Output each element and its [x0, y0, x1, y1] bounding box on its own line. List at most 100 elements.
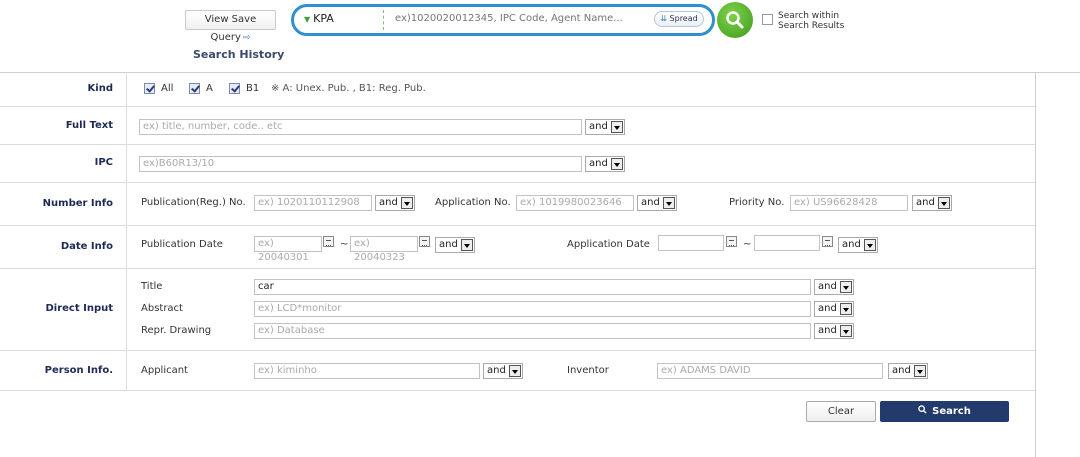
person-info-label-text: Person Info.	[44, 365, 113, 376]
operator-value: and	[916, 197, 935, 208]
triangle-down-icon: ▼	[304, 15, 311, 24]
publication-no-operator-select[interactable]: and	[375, 195, 415, 211]
operator-value: and	[641, 197, 660, 208]
abstract-label: Abstract	[141, 303, 183, 314]
kind-label: Kind	[0, 72, 127, 106]
top-search-bar: View Save Query⇨ ▼KPA ⇊ Spread Search wi…	[0, 0, 1080, 72]
inventor-input[interactable]: ex) ADAMS DAVID	[657, 363, 883, 379]
person-info-row: Person Info. Applicant ex) kiminho and I…	[0, 351, 1035, 391]
publication-date-operator-select[interactable]: and	[435, 237, 475, 253]
publication-date-to-input[interactable]: ex) 20040323	[350, 236, 418, 263]
title-label: Title	[141, 281, 163, 292]
full-text-label: Full Text	[0, 107, 127, 144]
inventor-operator-select[interactable]: and	[888, 363, 928, 379]
direct-input-row: Direct Input Title car and Abstract ex) …	[0, 269, 1035, 351]
direct-input-label: Direct Input	[0, 269, 127, 350]
operator-value: and	[589, 121, 608, 132]
application-no-operator-select[interactable]: and	[637, 195, 677, 211]
full-text-operator-select[interactable]: and	[585, 119, 625, 135]
dropdown-arrow-icon	[864, 239, 876, 251]
calendar-icon[interactable]	[419, 236, 430, 247]
search-go-button[interactable]	[717, 2, 753, 38]
applicant-input[interactable]: ex) kiminho	[254, 363, 480, 379]
priority-no-operator-select[interactable]: and	[912, 195, 952, 211]
search-button-label: Search	[932, 406, 971, 417]
ipc-operator-select[interactable]: and	[585, 156, 625, 172]
dropdown-arrow-icon	[401, 197, 413, 209]
dropdown-arrow-icon	[461, 239, 473, 251]
date-info-label-text: Date Info	[60, 241, 113, 252]
kind-all-label: All	[161, 83, 174, 94]
operator-value: and	[589, 158, 608, 169]
dropdown-arrow-icon	[840, 325, 852, 337]
kind-a-checkbox[interactable]	[189, 83, 200, 94]
repr-drawing-operator-select[interactable]: and	[814, 323, 854, 339]
operator-value: and	[842, 239, 861, 250]
dropdown-arrow-icon	[509, 365, 521, 377]
search-icon	[918, 401, 927, 422]
full-text-input[interactable]: ex) title, number, code.. etc	[139, 119, 582, 135]
divider	[1035, 72, 1036, 457]
number-info-label-text: Number Info	[42, 198, 113, 209]
full-text-label-text: Full Text	[65, 120, 113, 131]
operator-value: and	[818, 325, 837, 336]
calendar-icon[interactable]	[822, 236, 833, 247]
publication-no-input[interactable]: ex) 1020110112908	[254, 195, 372, 211]
ipc-row: IPC ex)B60R13/10 and	[0, 145, 1035, 183]
main-search-input[interactable]	[395, 13, 645, 24]
dropdown-arrow-icon	[840, 281, 852, 293]
abstract-input[interactable]: ex) LCD*monitor	[254, 301, 811, 317]
application-date-to-input[interactable]	[754, 235, 820, 251]
dropdown-arrow-icon	[663, 197, 675, 209]
search-button[interactable]: Search	[880, 401, 1009, 422]
kind-label-text: Kind	[87, 83, 113, 94]
db-selector[interactable]: ▼ KPA	[304, 12, 334, 25]
abstract-operator-select[interactable]: and	[814, 301, 854, 317]
calendar-icon[interactable]	[323, 236, 334, 247]
direct-input-label-text: Direct Input	[45, 303, 113, 314]
calendar-icon[interactable]	[726, 236, 737, 247]
application-no-input[interactable]: ex) 1019980023646	[516, 195, 634, 211]
operator-value: and	[818, 303, 837, 314]
priority-no-input[interactable]: ex) US96628428	[790, 195, 908, 211]
operator-value: and	[818, 281, 837, 292]
applicant-operator-select[interactable]: and	[483, 363, 523, 379]
number-info-row: Number Info Publication(Reg.) No. ex) 10…	[0, 183, 1035, 226]
date-range-separator: ~	[340, 239, 349, 250]
dropdown-arrow-icon	[840, 303, 852, 315]
application-date-operator-select[interactable]: and	[838, 237, 878, 253]
db-selector-label: KPA	[313, 12, 334, 25]
kind-row: Kind All A B1 ※ A: Unex. Pub. , B1: Reg.…	[0, 72, 1035, 107]
publication-date-label: Publication Date	[141, 239, 223, 250]
date-info-label: Date Info	[0, 226, 127, 268]
kind-b1-checkbox[interactable]	[229, 83, 240, 94]
application-no-label: Application No.	[435, 197, 511, 208]
search-within-label: Search within Search Results	[778, 11, 845, 31]
person-info-label: Person Info.	[0, 351, 127, 390]
ipc-input[interactable]: ex)B60R13/10	[139, 156, 582, 172]
clear-button[interactable]: Clear	[806, 401, 876, 422]
expand-icon: ⇊	[660, 14, 667, 23]
publication-date-from-input[interactable]: ex) 20040301	[254, 236, 322, 263]
ipc-label: IPC	[0, 145, 127, 182]
repr-drawing-label: Repr. Drawing	[141, 325, 212, 336]
dropdown-arrow-icon	[914, 365, 926, 377]
title-input[interactable]: car	[254, 279, 811, 295]
search-within-checkbox[interactable]	[762, 14, 773, 25]
search-history-link[interactable]: Search History	[193, 48, 284, 61]
kind-b1-label: B1	[246, 83, 260, 94]
title-operator-select[interactable]: and	[814, 279, 854, 295]
operator-value: and	[379, 197, 398, 208]
spread-button[interactable]: ⇊ Spread	[654, 11, 704, 27]
view-save-query-button[interactable]: View Save Query ⇨	[185, 10, 276, 43]
application-date-label: Application Date	[567, 239, 650, 250]
operator-value: and	[487, 365, 506, 376]
kind-a-label: A	[206, 83, 213, 94]
kind-note: ※ A: Unex. Pub. , B1: Reg. Pub.	[271, 83, 426, 94]
repr-drawing-input[interactable]: ex) Database	[254, 323, 811, 339]
kind-all-checkbox[interactable]	[144, 83, 155, 94]
application-date-from-input[interactable]	[658, 235, 724, 251]
dropdown-arrow-icon	[611, 121, 623, 133]
date-range-separator: ~	[743, 239, 752, 250]
date-info-row: Date Info Publication Date ex) 20040301 …	[0, 226, 1035, 269]
